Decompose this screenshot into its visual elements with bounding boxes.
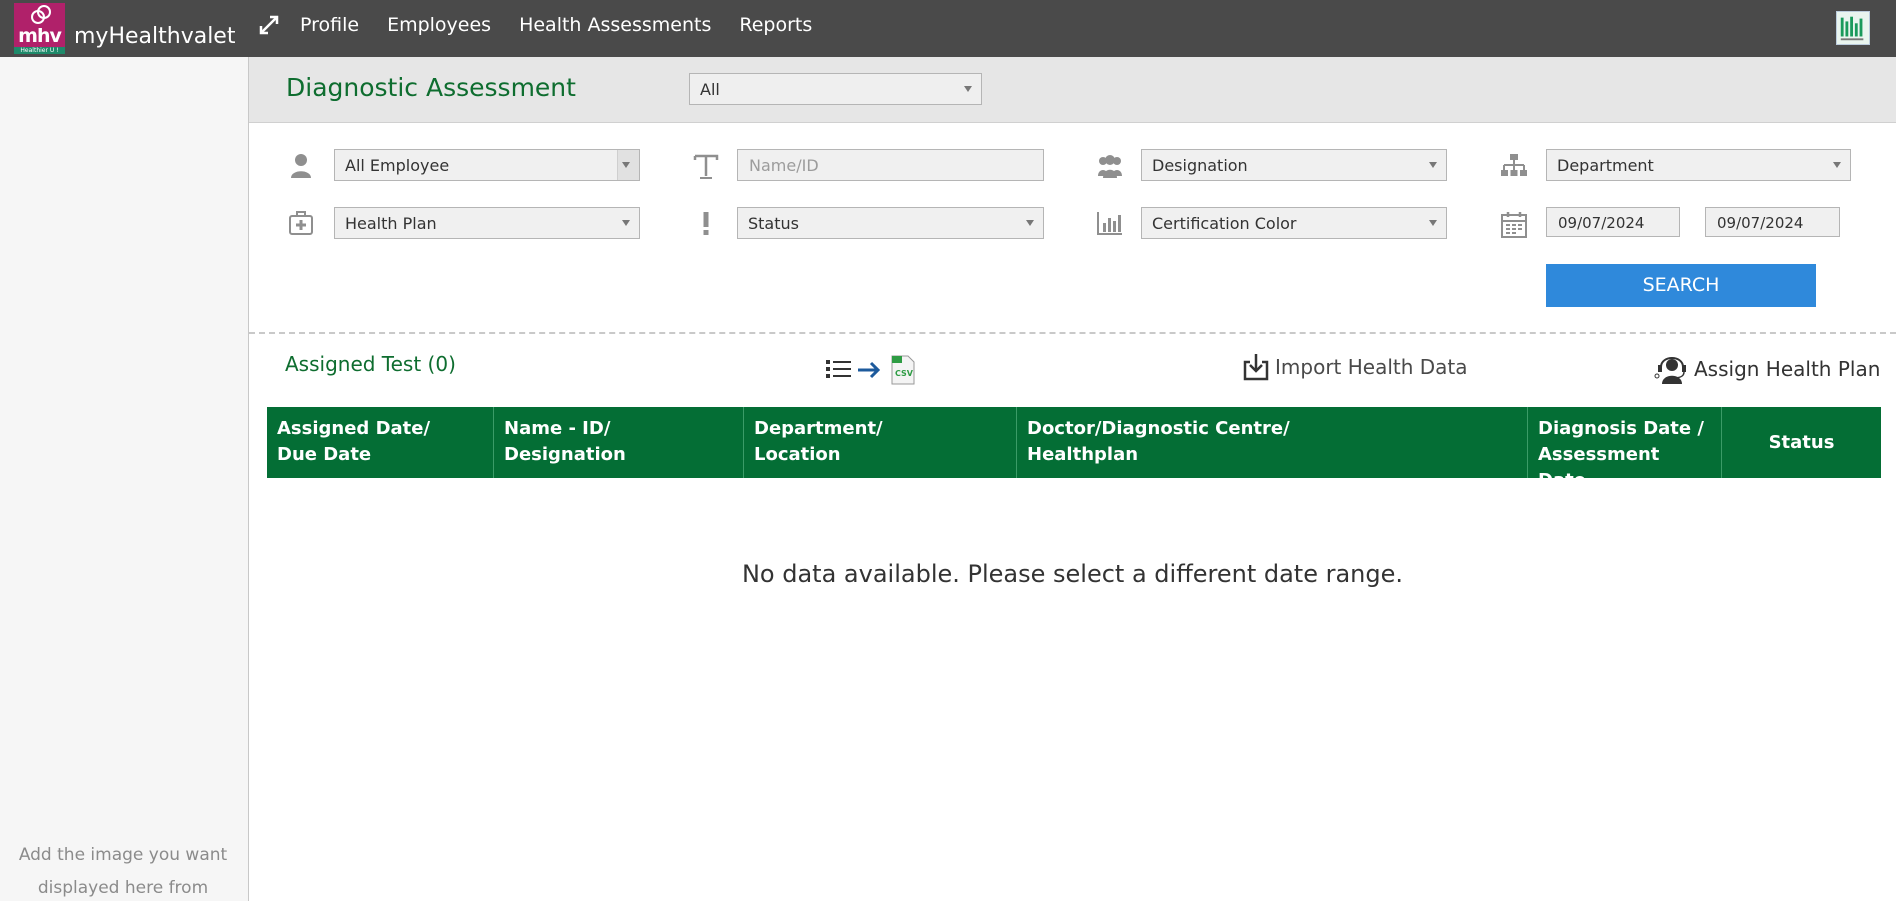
certification-color-select[interactable]: Certification Color bbox=[1141, 207, 1447, 239]
table-header: Assigned Date/ Due Date Name - ID/ Desig… bbox=[267, 407, 1881, 491]
column-header-name-id[interactable]: Name - ID/ Designation bbox=[494, 407, 744, 478]
brand-logo-tagline: Healthier U ! bbox=[14, 47, 65, 54]
import-health-data-button[interactable]: Import Health Data bbox=[1241, 352, 1468, 382]
brand-logo-text: mhv bbox=[18, 25, 62, 47]
export-csv-button[interactable]: CSV bbox=[824, 352, 920, 386]
chevron-down-icon bbox=[1833, 162, 1841, 168]
certification-color-select-value: Certification Color bbox=[1152, 214, 1297, 233]
csv-icon-label: CSV bbox=[895, 369, 914, 378]
header-line: Designation bbox=[504, 444, 626, 465]
calendar-icon[interactable] bbox=[1500, 211, 1528, 239]
search-button[interactable]: SEARCH bbox=[1546, 264, 1816, 307]
status-select-value: Status bbox=[748, 214, 799, 233]
health-plan-select-value: Health Plan bbox=[345, 214, 437, 233]
left-sidebar: Add the image you want displayed here fr… bbox=[0, 57, 249, 901]
column-header-doctor[interactable]: Doctor/Diagnostic Centre/ Healthplan bbox=[1017, 407, 1528, 478]
chevron-down-icon bbox=[964, 86, 972, 92]
medkit-icon bbox=[289, 211, 313, 235]
chevron-down-icon bbox=[1026, 220, 1034, 226]
top-bar: mhv Healthier U ! myHealthvalet Profile … bbox=[0, 0, 1896, 57]
header-line: Healthplan bbox=[1027, 444, 1139, 465]
date-to-input[interactable]: 09/07/2024 bbox=[1705, 207, 1840, 237]
main-nav: Profile Employees Health Assessments Rep… bbox=[258, 0, 840, 50]
empty-state-message: No data available. Please select a diffe… bbox=[741, 560, 1404, 588]
header-line: Department/ bbox=[754, 418, 883, 439]
header-line: Assigned Date/ bbox=[277, 418, 431, 439]
user-icon bbox=[291, 154, 311, 178]
text-icon bbox=[693, 154, 719, 179]
nav-item-reports[interactable]: Reports bbox=[739, 14, 812, 36]
brand-logo: mhv Healthier U ! bbox=[14, 3, 65, 54]
header-line: Location bbox=[754, 444, 841, 465]
bar-chart-icon bbox=[1097, 212, 1122, 235]
filter-panel: All Employee Name/ID Designation Departm… bbox=[249, 123, 1896, 333]
health-plan-select[interactable]: Health Plan bbox=[334, 207, 640, 239]
assign-health-plan-label: Assign Health Plan bbox=[1694, 357, 1881, 381]
assign-health-plan-button[interactable]: Assign Health Plan bbox=[1654, 352, 1880, 386]
scope-select-value: All bbox=[700, 80, 720, 99]
chevron-down-icon bbox=[1429, 162, 1437, 168]
status-select[interactable]: Status bbox=[737, 207, 1044, 239]
date-from-value: 09/07/2024 bbox=[1558, 214, 1645, 232]
header-line: Status bbox=[1768, 431, 1835, 453]
import-icon bbox=[1243, 354, 1269, 381]
header-line: Assessment Date bbox=[1538, 444, 1660, 491]
chevron-down-icon bbox=[622, 220, 630, 226]
employee-select[interactable]: All Employee bbox=[334, 149, 640, 181]
sidebar-hint: Add the image you want displayed here fr… bbox=[18, 845, 228, 898]
page-title: Diagnostic Assessment bbox=[286, 73, 576, 102]
header-line: Doctor/Diagnostic Centre/ bbox=[1027, 418, 1290, 439]
brand-name: myHealthvalet bbox=[74, 24, 236, 49]
employee-select-value: All Employee bbox=[345, 156, 450, 175]
name-id-input[interactable]: Name/ID bbox=[737, 149, 1044, 181]
department-select-value: Department bbox=[1557, 156, 1654, 175]
column-header-status[interactable]: Status bbox=[1722, 407, 1881, 478]
column-header-diagnosis-date[interactable]: Diagnosis Date / Assessment Date bbox=[1528, 407, 1722, 491]
header-line: Due Date bbox=[277, 444, 372, 465]
chevron-down-icon bbox=[1429, 220, 1437, 226]
nav-item-profile[interactable]: Profile bbox=[300, 14, 359, 36]
column-header-assigned-date[interactable]: Assigned Date/ Due Date bbox=[267, 407, 494, 478]
sitemap-icon bbox=[1501, 154, 1527, 176]
exclamation-icon bbox=[703, 212, 709, 235]
date-to-value: 09/07/2024 bbox=[1717, 214, 1804, 232]
designation-select-value: Designation bbox=[1152, 156, 1248, 175]
users-group-icon bbox=[1098, 155, 1122, 178]
nav-item-employees[interactable]: Employees bbox=[387, 14, 491, 36]
list-to-csv-icon: CSV bbox=[826, 355, 915, 385]
support-agent-icon bbox=[1654, 357, 1686, 384]
designation-select[interactable]: Designation bbox=[1141, 149, 1447, 181]
company-logo-icon[interactable] bbox=[1836, 11, 1870, 45]
department-select[interactable]: Department bbox=[1546, 149, 1851, 181]
assigned-test-count: Assigned Test (0) bbox=[285, 352, 456, 376]
import-health-data-label: Import Health Data bbox=[1275, 355, 1468, 379]
column-header-department[interactable]: Department/ Location bbox=[744, 407, 1017, 478]
page-header: Diagnostic Assessment All bbox=[249, 57, 1896, 123]
rings-icon bbox=[31, 5, 51, 24]
header-line: Name - ID/ bbox=[504, 418, 611, 439]
scope-select[interactable]: All bbox=[689, 73, 982, 105]
brand[interactable]: mhv Healthier U ! myHealthvalet bbox=[0, 0, 248, 57]
header-line: Diagnosis Date / bbox=[1538, 418, 1704, 439]
date-from-input[interactable]: 09/07/2024 bbox=[1546, 207, 1680, 237]
chevron-down-icon bbox=[622, 162, 630, 168]
section-divider bbox=[249, 332, 1896, 334]
name-id-placeholder: Name/ID bbox=[749, 156, 819, 175]
expand-icon[interactable] bbox=[258, 14, 280, 36]
nav-item-health-assessments[interactable]: Health Assessments bbox=[519, 14, 711, 36]
